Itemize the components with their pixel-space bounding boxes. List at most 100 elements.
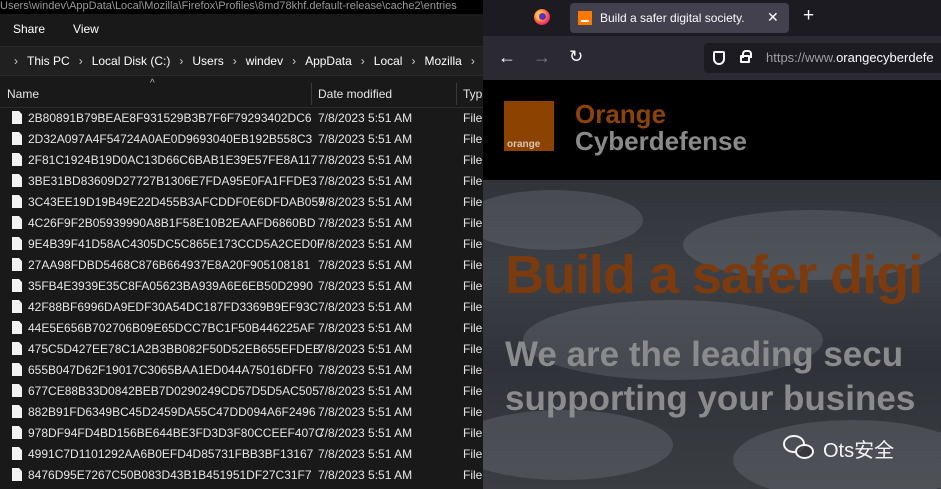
url-text[interactable]: https://www.orangecyberdefe <box>766 50 934 65</box>
tab-title: Build a safer digital society. <box>600 11 745 25</box>
file-type: File <box>463 468 483 482</box>
file-date-modified: 7/8/2023 5:51 AM <box>318 279 413 293</box>
file-type: File <box>463 384 483 398</box>
column-divider[interactable] <box>456 83 457 105</box>
breadcrumb-item[interactable]: windev <box>246 54 283 68</box>
chevron-right-icon[interactable]: › <box>179 54 183 68</box>
ribbon-tab-share[interactable]: Share <box>0 22 59 36</box>
window-title-path: Users\windev\AppData\Local\Mozilla\Firef… <box>0 0 483 14</box>
file-row[interactable]: 44E5E656B702706B09E65DCC7BC1F50B446225AF… <box>0 318 483 339</box>
breadcrumb: › This PC › Local Disk (C:) › Users › wi… <box>4 54 483 68</box>
hero-subtitle-line2: supporting your busines <box>505 379 916 418</box>
close-icon[interactable]: ✕ <box>767 9 779 26</box>
chevron-right-icon[interactable]: › <box>471 54 475 68</box>
file-row[interactable]: 2D32A097A4F54724A0AE0D9693040EB192B558C3… <box>0 129 483 150</box>
file-row[interactable]: 2B80891B79BEAE8F931529B3B7F6F79293402DC6… <box>0 108 483 129</box>
file-date-modified: 7/8/2023 5:51 AM <box>318 342 413 356</box>
file-name: 978DF94FD4BD156BE644BE3FD3D3F80CCEEF407C <box>28 426 324 440</box>
file-icon <box>12 258 22 271</box>
file-name: 27AA98FDBD5468C876B664937E8A20F905108181 <box>28 258 311 272</box>
file-date-modified: 7/8/2023 5:51 AM <box>318 321 413 335</box>
file-date-modified: 7/8/2023 5:51 AM <box>318 468 413 482</box>
ribbon-tab-view[interactable]: View <box>59 22 113 36</box>
file-icon <box>12 237 22 250</box>
file-icon <box>12 174 22 187</box>
file-row[interactable]: 8476D95E7267C50B083D43B1B451951DF27C31F7… <box>0 465 483 486</box>
file-icon <box>12 447 22 460</box>
breadcrumb-item[interactable]: Local <box>374 54 403 68</box>
file-icon <box>12 195 22 208</box>
file-icon <box>12 216 22 229</box>
file-row[interactable]: 9E4B39F41D58AC4305DC5C865E173CCD5A2CED0F… <box>0 234 483 255</box>
chevron-right-icon[interactable]: › <box>14 54 18 68</box>
file-row[interactable]: 655B047D62F19017C3065BAA1ED044A75016DFF0… <box>0 360 483 381</box>
reload-icon[interactable]: ↻ <box>569 47 583 67</box>
new-tab-button[interactable]: + <box>803 6 814 26</box>
chevron-right-icon[interactable]: › <box>411 54 415 68</box>
file-date-modified: 7/8/2023 5:51 AM <box>318 237 413 251</box>
file-type: File <box>463 300 483 314</box>
file-row[interactable]: 4991C7D1101292AA6B0EFD4D85731FBB3BF13167… <box>0 444 483 465</box>
chevron-right-icon[interactable]: › <box>79 54 83 68</box>
file-row[interactable]: 42F88BF6996DA9EDF30A54DC187FD3369B9EF93C… <box>0 297 483 318</box>
breadcrumb-item[interactable]: This PC <box>27 54 70 68</box>
url-host: orangecyberdefe <box>836 50 934 65</box>
forward-arrow-icon[interactable]: → <box>533 47 551 67</box>
shield-icon[interactable] <box>713 51 725 65</box>
back-arrow-icon[interactable]: ← <box>498 47 516 67</box>
file-name: 2F81C1924B19D0AC13D66C6BAB1E39E57FE8A117 <box>28 153 318 167</box>
file-type: File <box>463 426 483 440</box>
file-name: 42F88BF6996DA9EDF30A54DC187FD3369B9EF93C <box>28 300 319 314</box>
chevron-right-icon[interactable]: › <box>361 54 365 68</box>
file-row[interactable]: 3C43EE19D19B49E22D455B3AFCDDF0E6DFDAB059… <box>0 192 483 213</box>
file-date-modified: 7/8/2023 5:51 AM <box>318 153 413 167</box>
breadcrumb-item[interactable]: Mozilla <box>424 54 461 68</box>
file-row[interactable]: 2F81C1924B19D0AC13D66C6BAB1E39E57FE8A117… <box>0 150 483 171</box>
file-name: 882B91FD6349BC45D2459DA55C47DD094A6F2496 <box>28 405 316 419</box>
logo-word: orange <box>507 139 541 150</box>
chevron-right-icon[interactable]: › <box>292 54 296 68</box>
column-header-date-modified[interactable]: Date modified <box>318 80 392 108</box>
file-name: 655B047D62F19017C3065BAA1ED044A75016DFF0 <box>28 363 313 377</box>
file-row[interactable]: 35FB4E3939E35C8FA05623BA939A6E6EB50D2990… <box>0 276 483 297</box>
hero-headline: Build a safer digi <box>505 245 923 305</box>
file-icon <box>12 111 22 124</box>
breadcrumb-item[interactable]: AppData <box>305 54 352 68</box>
file-type: File <box>463 216 483 230</box>
lock-icon[interactable] <box>740 50 752 63</box>
file-type: File <box>463 279 483 293</box>
file-icon <box>12 300 22 313</box>
firefox-window: Build a safer digital society. ✕ + ← → ↻… <box>483 0 941 489</box>
file-date-modified: 7/8/2023 5:51 AM <box>318 258 413 272</box>
file-row[interactable]: 4C26F9F2B05939990A8B1F58E10B2EAAFD6860BD… <box>0 213 483 234</box>
cloud-decoration <box>483 410 673 480</box>
firefox-logo-icon[interactable] <box>534 9 550 25</box>
file-explorer-window: Users\windev\AppData\Local\Mozilla\Firef… <box>0 0 483 489</box>
file-date-modified: 7/8/2023 5:51 AM <box>318 447 413 461</box>
file-row[interactable]: 475C5D427EE78C1A2B3BB082F50D52EB655EFDEB… <box>0 339 483 360</box>
file-date-modified: 7/8/2023 5:51 AM <box>318 426 413 440</box>
file-name: 4C26F9F2B05939990A8B1F58E10B2EAAFD6860BD <box>28 216 316 230</box>
url-bar[interactable]: https://www.orangecyberdefe <box>704 43 941 73</box>
file-type: File <box>463 237 483 251</box>
file-row[interactable]: 27AA98FDBD5468C876B664937E8A20F905108181… <box>0 255 483 276</box>
file-row[interactable]: 882B91FD6349BC45D2459DA55C47DD094A6F2496… <box>0 402 483 423</box>
column-header-type[interactable]: Typ <box>463 80 482 108</box>
address-bar[interactable]: › This PC › Local Disk (C:) › Users › wi… <box>0 46 483 76</box>
file-icon <box>12 321 22 334</box>
file-row[interactable]: 677CE88B33D0842BEB7D0290249CD57D5D5AC505… <box>0 381 483 402</box>
breadcrumb-item[interactable]: Users <box>192 54 223 68</box>
brand-name-line2[interactable]: Cyberdefense <box>575 126 747 157</box>
column-header-name[interactable]: Name <box>7 80 39 108</box>
file-date-modified: 7/8/2023 5:51 AM <box>318 300 413 314</box>
column-divider[interactable] <box>311 83 312 105</box>
file-date-modified: 7/8/2023 5:51 AM <box>318 363 413 377</box>
browser-tab-active[interactable]: Build a safer digital society. ✕ <box>570 3 789 33</box>
breadcrumb-item[interactable]: Local Disk (C:) <box>92 54 171 68</box>
url-scheme: https://www. <box>766 50 837 65</box>
file-row[interactable]: 3BE31BD83609D27727B1306E7FDA95E0FA1FFDE3… <box>0 171 483 192</box>
chevron-right-icon[interactable]: › <box>233 54 237 68</box>
screen: Users\windev\AppData\Local\Mozilla\Firef… <box>0 0 941 489</box>
file-row[interactable]: 978DF94FD4BD156BE644BE3FD3D3F80CCEEF407C… <box>0 423 483 444</box>
tab-bar: Build a safer digital society. ✕ + <box>483 0 941 36</box>
